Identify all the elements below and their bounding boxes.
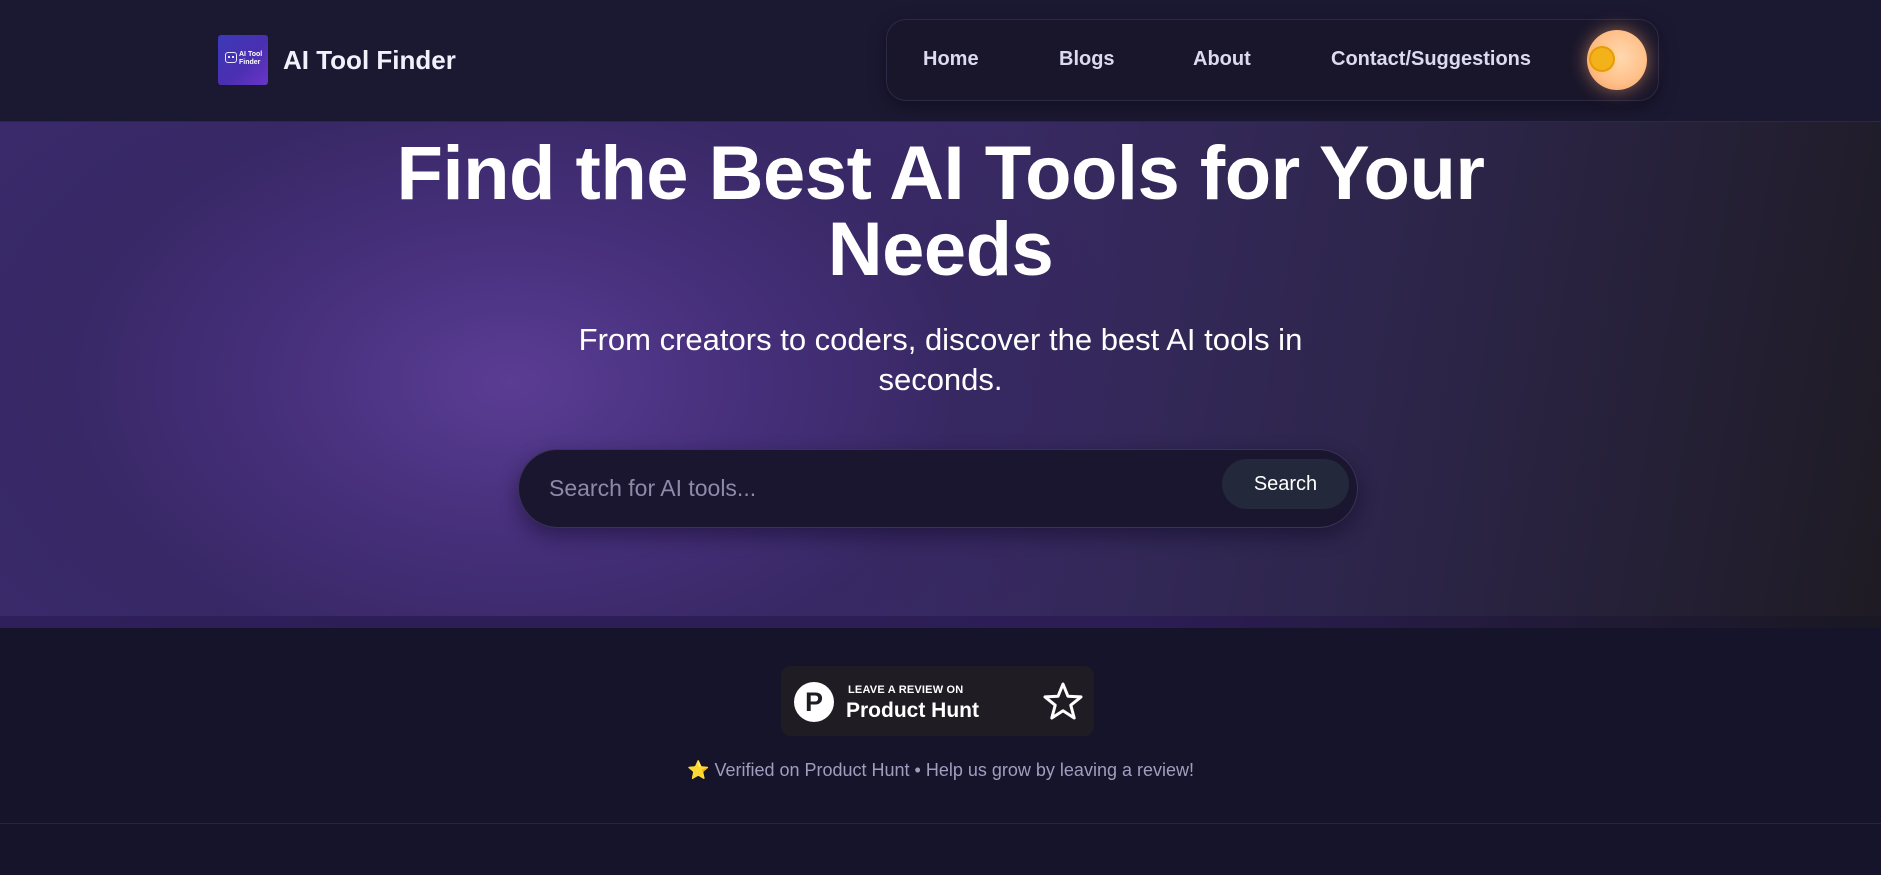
- logo-text-line2: Finder: [239, 59, 261, 66]
- nav-contact-link[interactable]: Contact/Suggestions: [1331, 48, 1531, 71]
- hero-subtitle-line2: seconds.: [878, 362, 1003, 397]
- theme-toggle-button[interactable]: [1587, 30, 1647, 90]
- verified-line: ⭐ Verified on Product Hunt • Help us gro…: [0, 760, 1881, 781]
- product-hunt-big-text: Product Hunt: [846, 699, 979, 722]
- hero-bottom-bar: [0, 616, 1881, 628]
- brand-name[interactable]: AI Tool Finder: [283, 45, 456, 76]
- hero-title-line2: Needs: [827, 207, 1054, 292]
- product-hunt-badge[interactable]: P LEAVE A REVIEW ON Product Hunt: [781, 666, 1094, 736]
- search-box: Search: [518, 449, 1358, 528]
- site-header: AI Tool Finder AI Tool Finder Home Blogs…: [0, 0, 1881, 122]
- footer-divider: [0, 823, 1881, 824]
- hero-subtitle-line1: From creators to coders, discover the be…: [578, 322, 1303, 357]
- brand-logo-text: AI Tool Finder: [239, 51, 262, 67]
- product-hunt-small-text: LEAVE A REVIEW ON: [848, 684, 964, 696]
- brand[interactable]: AI Tool Finder AI Tool Finder: [218, 35, 456, 85]
- nav-blogs-link[interactable]: Blogs: [1059, 48, 1115, 71]
- nav-about-link[interactable]: About: [1193, 48, 1251, 71]
- main-nav: Home Blogs About Contact/Suggestions: [886, 19, 1659, 101]
- star-outline-icon: [1043, 682, 1083, 720]
- logo-text-line1: AI Tool: [239, 51, 263, 58]
- product-hunt-logo-icon: P: [794, 682, 834, 722]
- nav-home-link[interactable]: Home: [923, 48, 979, 71]
- star-emoji-icon: ⭐: [687, 760, 710, 780]
- hero-title-line1: Find the Best AI Tools for Your: [396, 131, 1485, 216]
- hero-subtitle: From creators to coders, discover the be…: [0, 320, 1881, 400]
- robot-icon: [225, 52, 237, 63]
- search-input[interactable]: [549, 450, 1229, 527]
- brand-logo[interactable]: AI Tool Finder: [218, 35, 268, 85]
- sun-icon: [1591, 48, 1613, 70]
- verified-text: Verified on Product Hunt • Help us grow …: [714, 760, 1194, 780]
- hero-title: Find the Best AI Tools for Your Needs: [0, 136, 1881, 288]
- search-button[interactable]: Search: [1222, 459, 1349, 509]
